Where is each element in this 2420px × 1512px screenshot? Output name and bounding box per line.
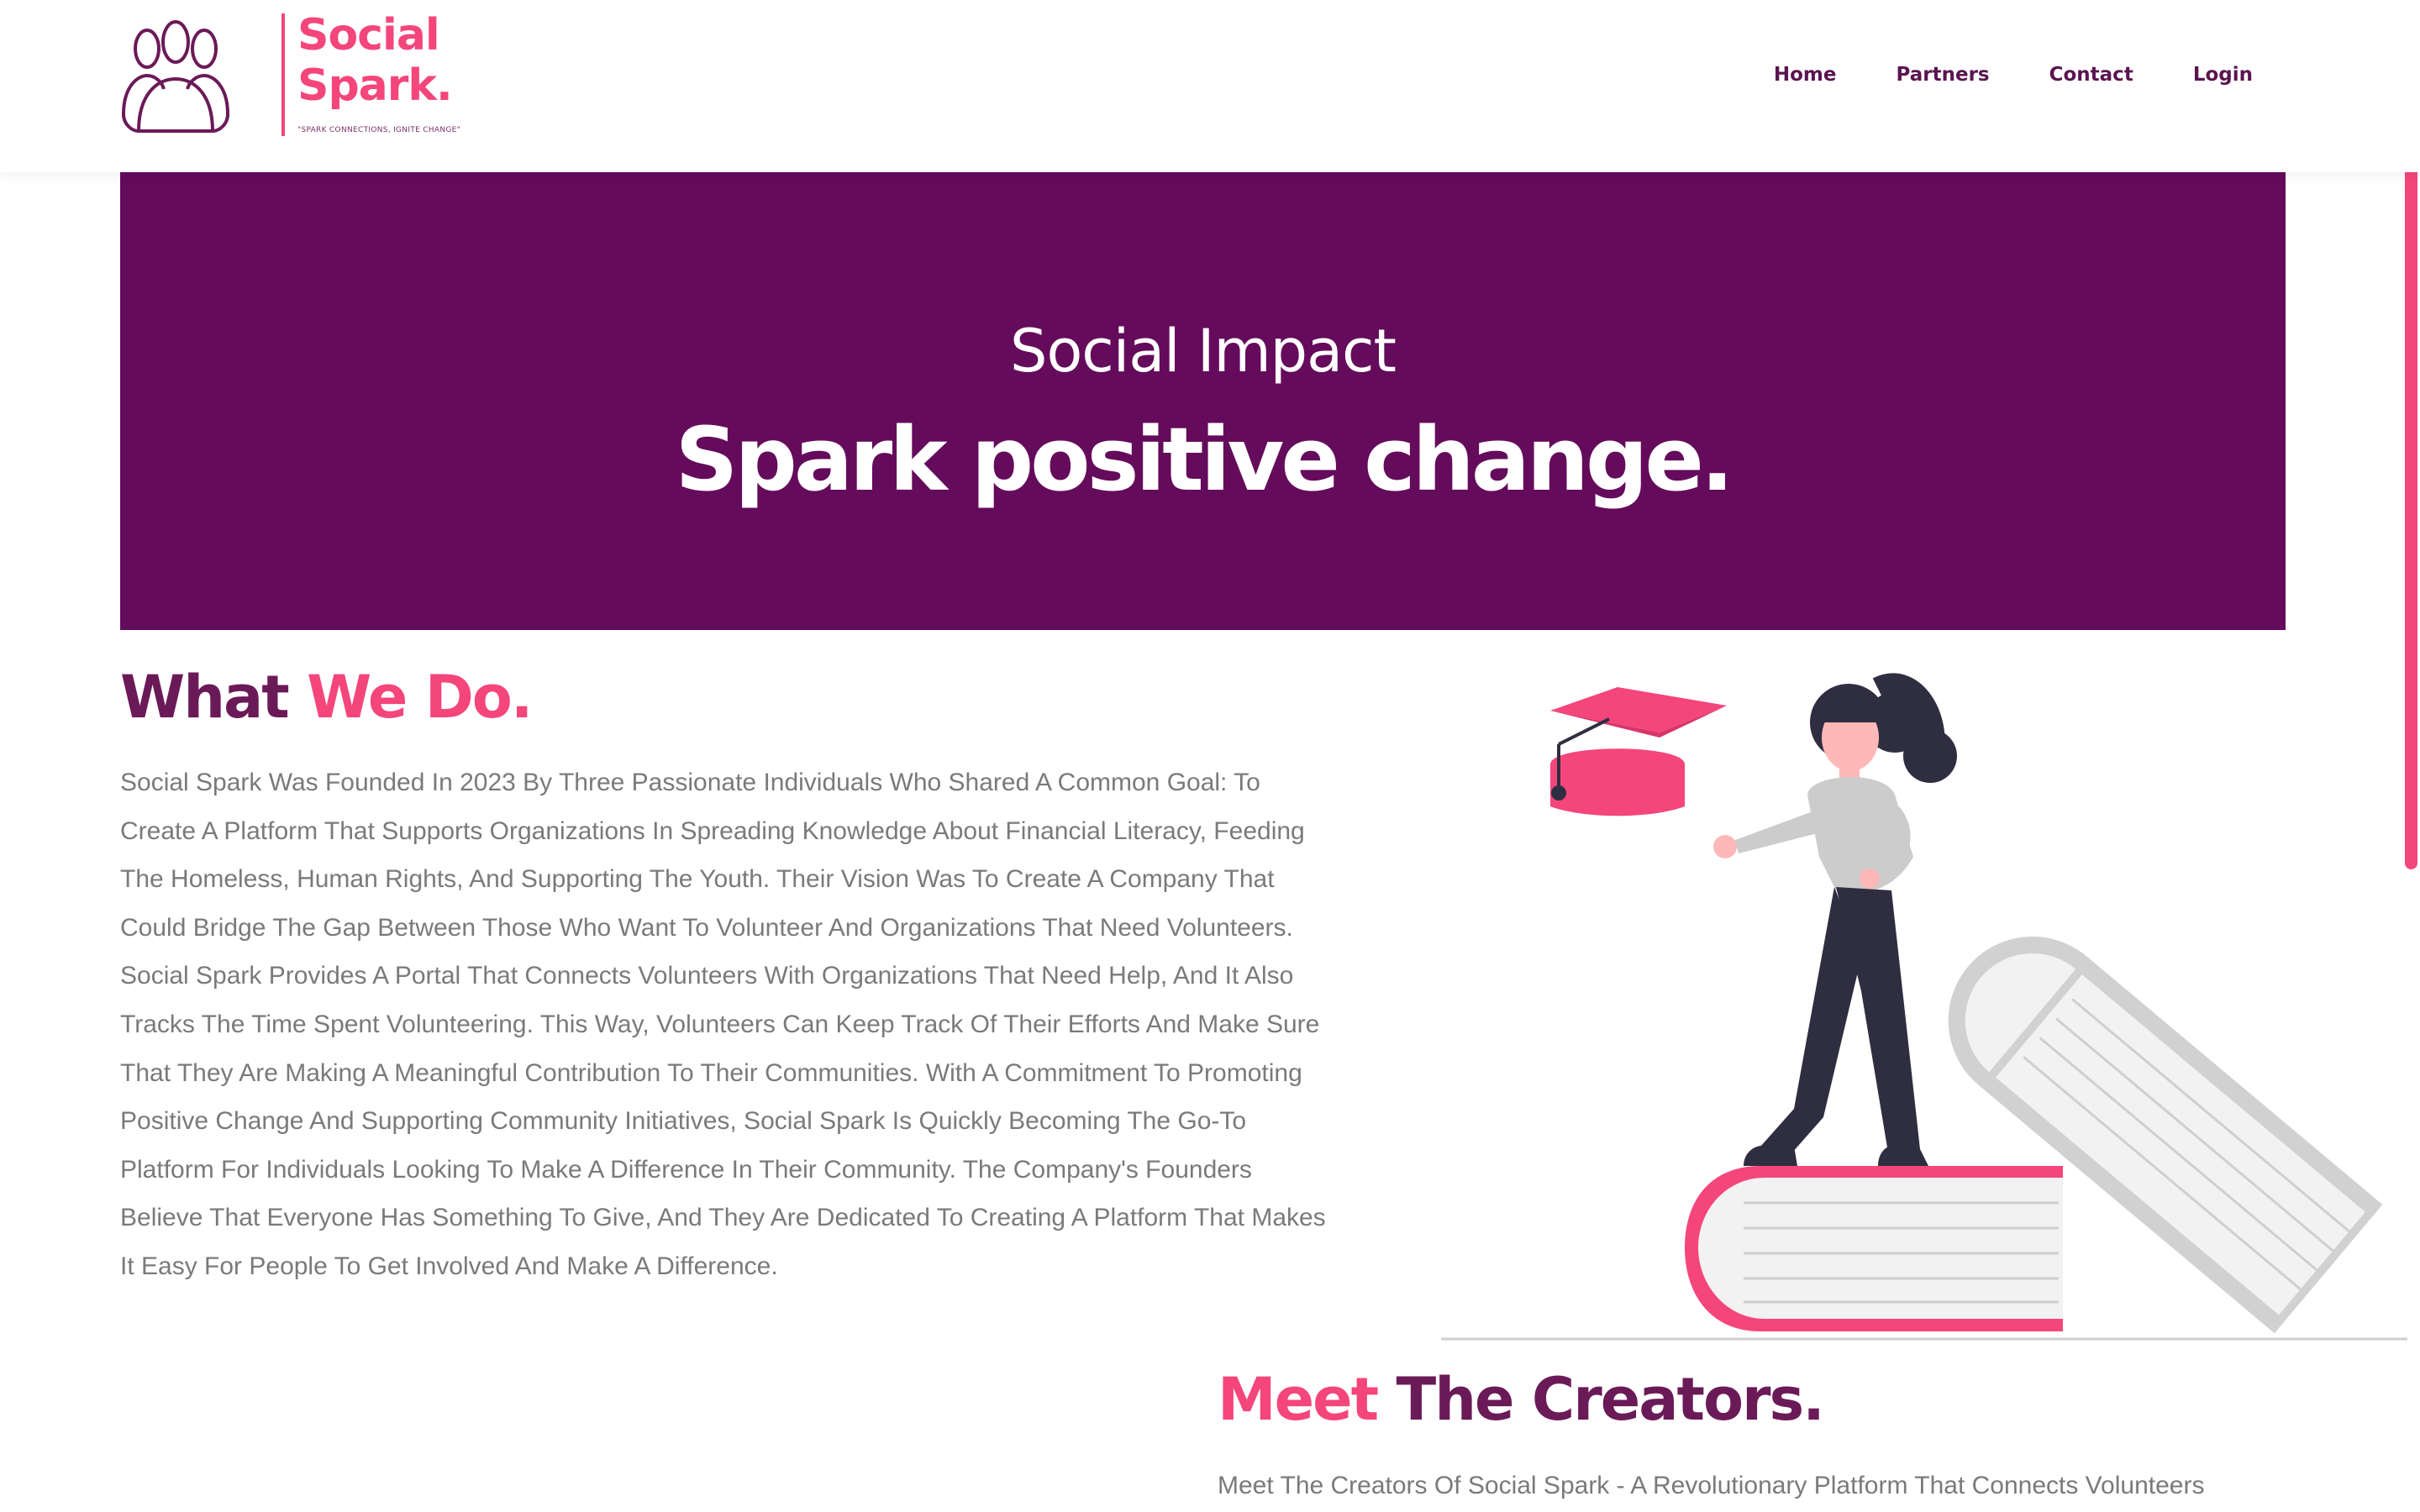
site-header: Social Spark. "SPARK CONNECTIONS, IGNITE… (0, 0, 2420, 172)
what-we-do-heading-part2: We Do. (307, 663, 533, 732)
logo-divider (281, 13, 285, 136)
site-logo[interactable]: Social Spark. "SPARK CONNECTIONS, IGNITE… (120, 10, 473, 139)
what-we-do-heading-part1: What (120, 663, 290, 732)
creators-body: Meet The Creators Of Social Spark - A Re… (1218, 1472, 2205, 1499)
main-nav: Home Partners Contact Login (1774, 64, 2253, 86)
creators-heading: Meet The Creators. (1218, 1357, 1825, 1441)
hero-banner: Social Impact Spark positive change. (120, 172, 2286, 630)
hero-title: Spark positive change. (675, 408, 1734, 511)
brand-name-line2: Spark. (297, 60, 453, 111)
woman-on-books-illustration (1441, 673, 2407, 1341)
hero-kicker: Social Impact (1010, 317, 1397, 386)
nav-partners[interactable]: Partners (1897, 64, 1990, 86)
brand-name: Social Spark. (297, 10, 453, 111)
brand-tagline: "SPARK CONNECTIONS, IGNITE CHANGE" (297, 126, 461, 134)
woman-figure (1713, 673, 1957, 1166)
brand-name-line1: Social (297, 10, 440, 60)
creators-heading-part2: The Creators. (1396, 1365, 1824, 1434)
graduation-cap-icon (1550, 687, 1727, 816)
what-we-do-heading: What We Do. (120, 655, 533, 739)
creators-heading-part1: Meet (1218, 1365, 1379, 1434)
people-group-icon (122, 20, 229, 133)
nav-login[interactable]: Login (2193, 64, 2253, 86)
nav-contact[interactable]: Contact (2049, 64, 2133, 86)
nav-home[interactable]: Home (1774, 64, 1837, 86)
page: Social Spark. "SPARK CONNECTIONS, IGNITE… (0, 0, 2420, 1512)
what-we-do-body: Social Spark Was Founded In 2023 By Thre… (120, 769, 1326, 1280)
